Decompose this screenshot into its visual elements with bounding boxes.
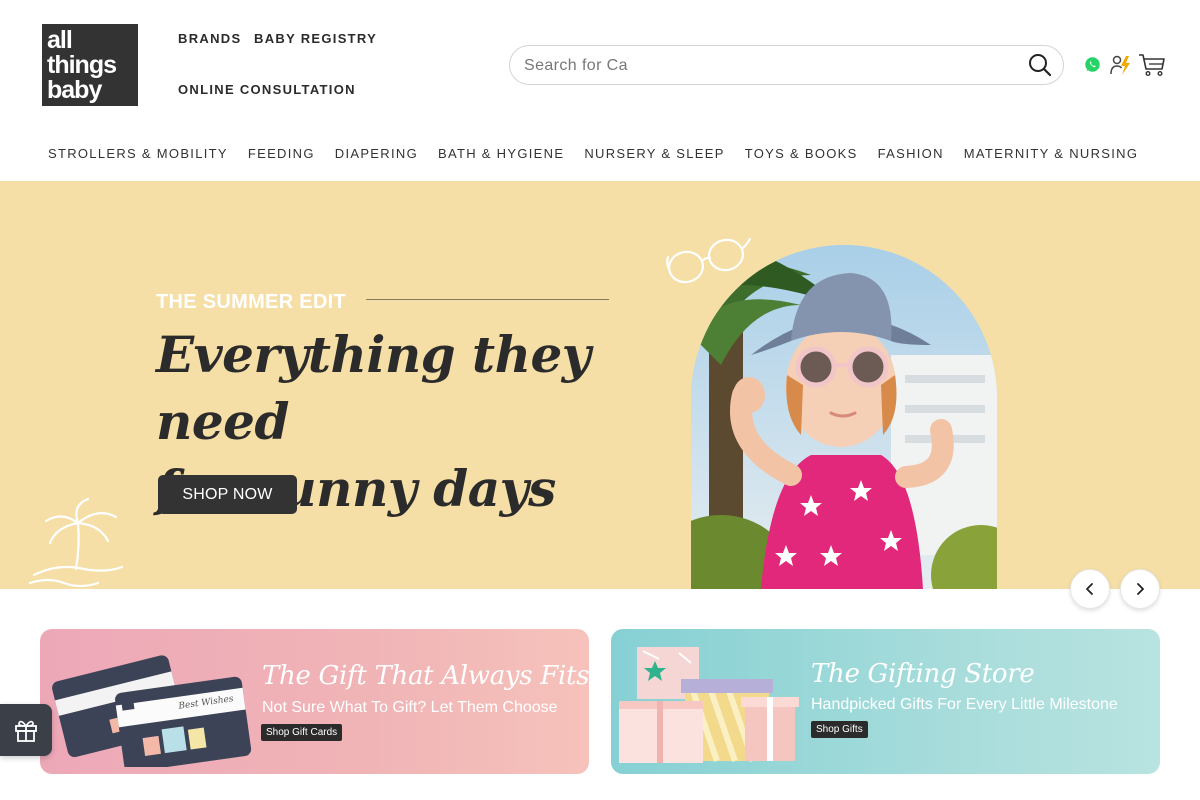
category-strollers-mobility[interactable]: STROLLERS & MOBILITY (48, 146, 228, 161)
logo-text-all: all (47, 26, 73, 54)
consultation-icon[interactable] (1108, 53, 1132, 77)
cart-icon[interactable] (1138, 53, 1166, 77)
carousel-prev-button[interactable] (1070, 569, 1110, 609)
hero-photo-girl-sunglasses (691, 245, 997, 589)
search-bar (509, 45, 1064, 85)
hero-eyebrow: THE SUMMER EDIT (156, 291, 347, 313)
category-diapering[interactable]: DIAPERING (335, 146, 418, 161)
search-input[interactable] (524, 55, 1004, 77)
hero-banner[interactable]: THE SUMMER EDIT Everything they need for… (0, 181, 1200, 589)
chevron-left-icon (1086, 583, 1093, 595)
floating-gift-button[interactable] (0, 704, 52, 756)
logo-text-baby: baby (47, 76, 102, 104)
category-nav: STROLLERS & MOBILITY FEEDING DIAPERING B… (48, 146, 1138, 161)
search-icon[interactable] (1027, 52, 1053, 78)
promo-gift-cards[interactable]: Best Wishes The Gift That Always Fits No… (40, 629, 589, 774)
gift-cards-illustration: Best Wishes (52, 655, 252, 767)
promo-gift-cards-title: The Gift That Always Fits (262, 661, 589, 691)
carousel-next-button[interactable] (1120, 569, 1160, 609)
shop-now-button[interactable]: SHOP NOW (158, 475, 297, 514)
logo-text-things: things (47, 51, 117, 79)
hero-divider (366, 299, 609, 300)
gift-boxes-illustration (619, 647, 799, 763)
nav-link-baby-registry[interactable]: BABY REGISTRY (254, 31, 377, 46)
site-logo[interactable]: all things baby (42, 24, 138, 106)
category-feeding[interactable]: FEEDING (248, 146, 315, 161)
category-fashion[interactable]: FASHION (878, 146, 944, 161)
nav-link-brands[interactable]: BRANDS (178, 31, 241, 46)
shop-gift-cards-button[interactable]: Shop Gift Cards (261, 724, 343, 741)
category-bath-hygiene[interactable]: BATH & HYGIENE (438, 146, 564, 161)
promo-gift-cards-subtitle: Not Sure What To Gift? Let Them Choose (262, 699, 558, 716)
chevron-right-icon (1137, 583, 1144, 595)
whatsapp-icon[interactable] (1084, 56, 1101, 73)
promo-gifting-store-subtitle: Handpicked Gifts For Every Little Milest… (811, 696, 1118, 713)
gift-icon (15, 720, 37, 742)
promo-gifting-store[interactable]: The Gifting Store Handpicked Gifts For E… (611, 629, 1160, 774)
sunglasses-doodle (666, 237, 752, 284)
palm-tree-doodle (28, 497, 124, 588)
promo-gifting-store-title: The Gifting Store (811, 659, 1035, 689)
shop-gifts-button[interactable]: Shop Gifts (811, 721, 868, 738)
category-nursery-sleep[interactable]: NURSERY & SLEEP (584, 146, 724, 161)
nav-link-online-consultation[interactable]: ONLINE CONSULTATION (178, 82, 356, 97)
category-toys-books[interactable]: TOYS & BOOKS (745, 146, 858, 161)
category-maternity-nursing[interactable]: MATERNITY & NURSING (964, 146, 1138, 161)
hero-title-line-1: Everything they need (156, 325, 591, 451)
